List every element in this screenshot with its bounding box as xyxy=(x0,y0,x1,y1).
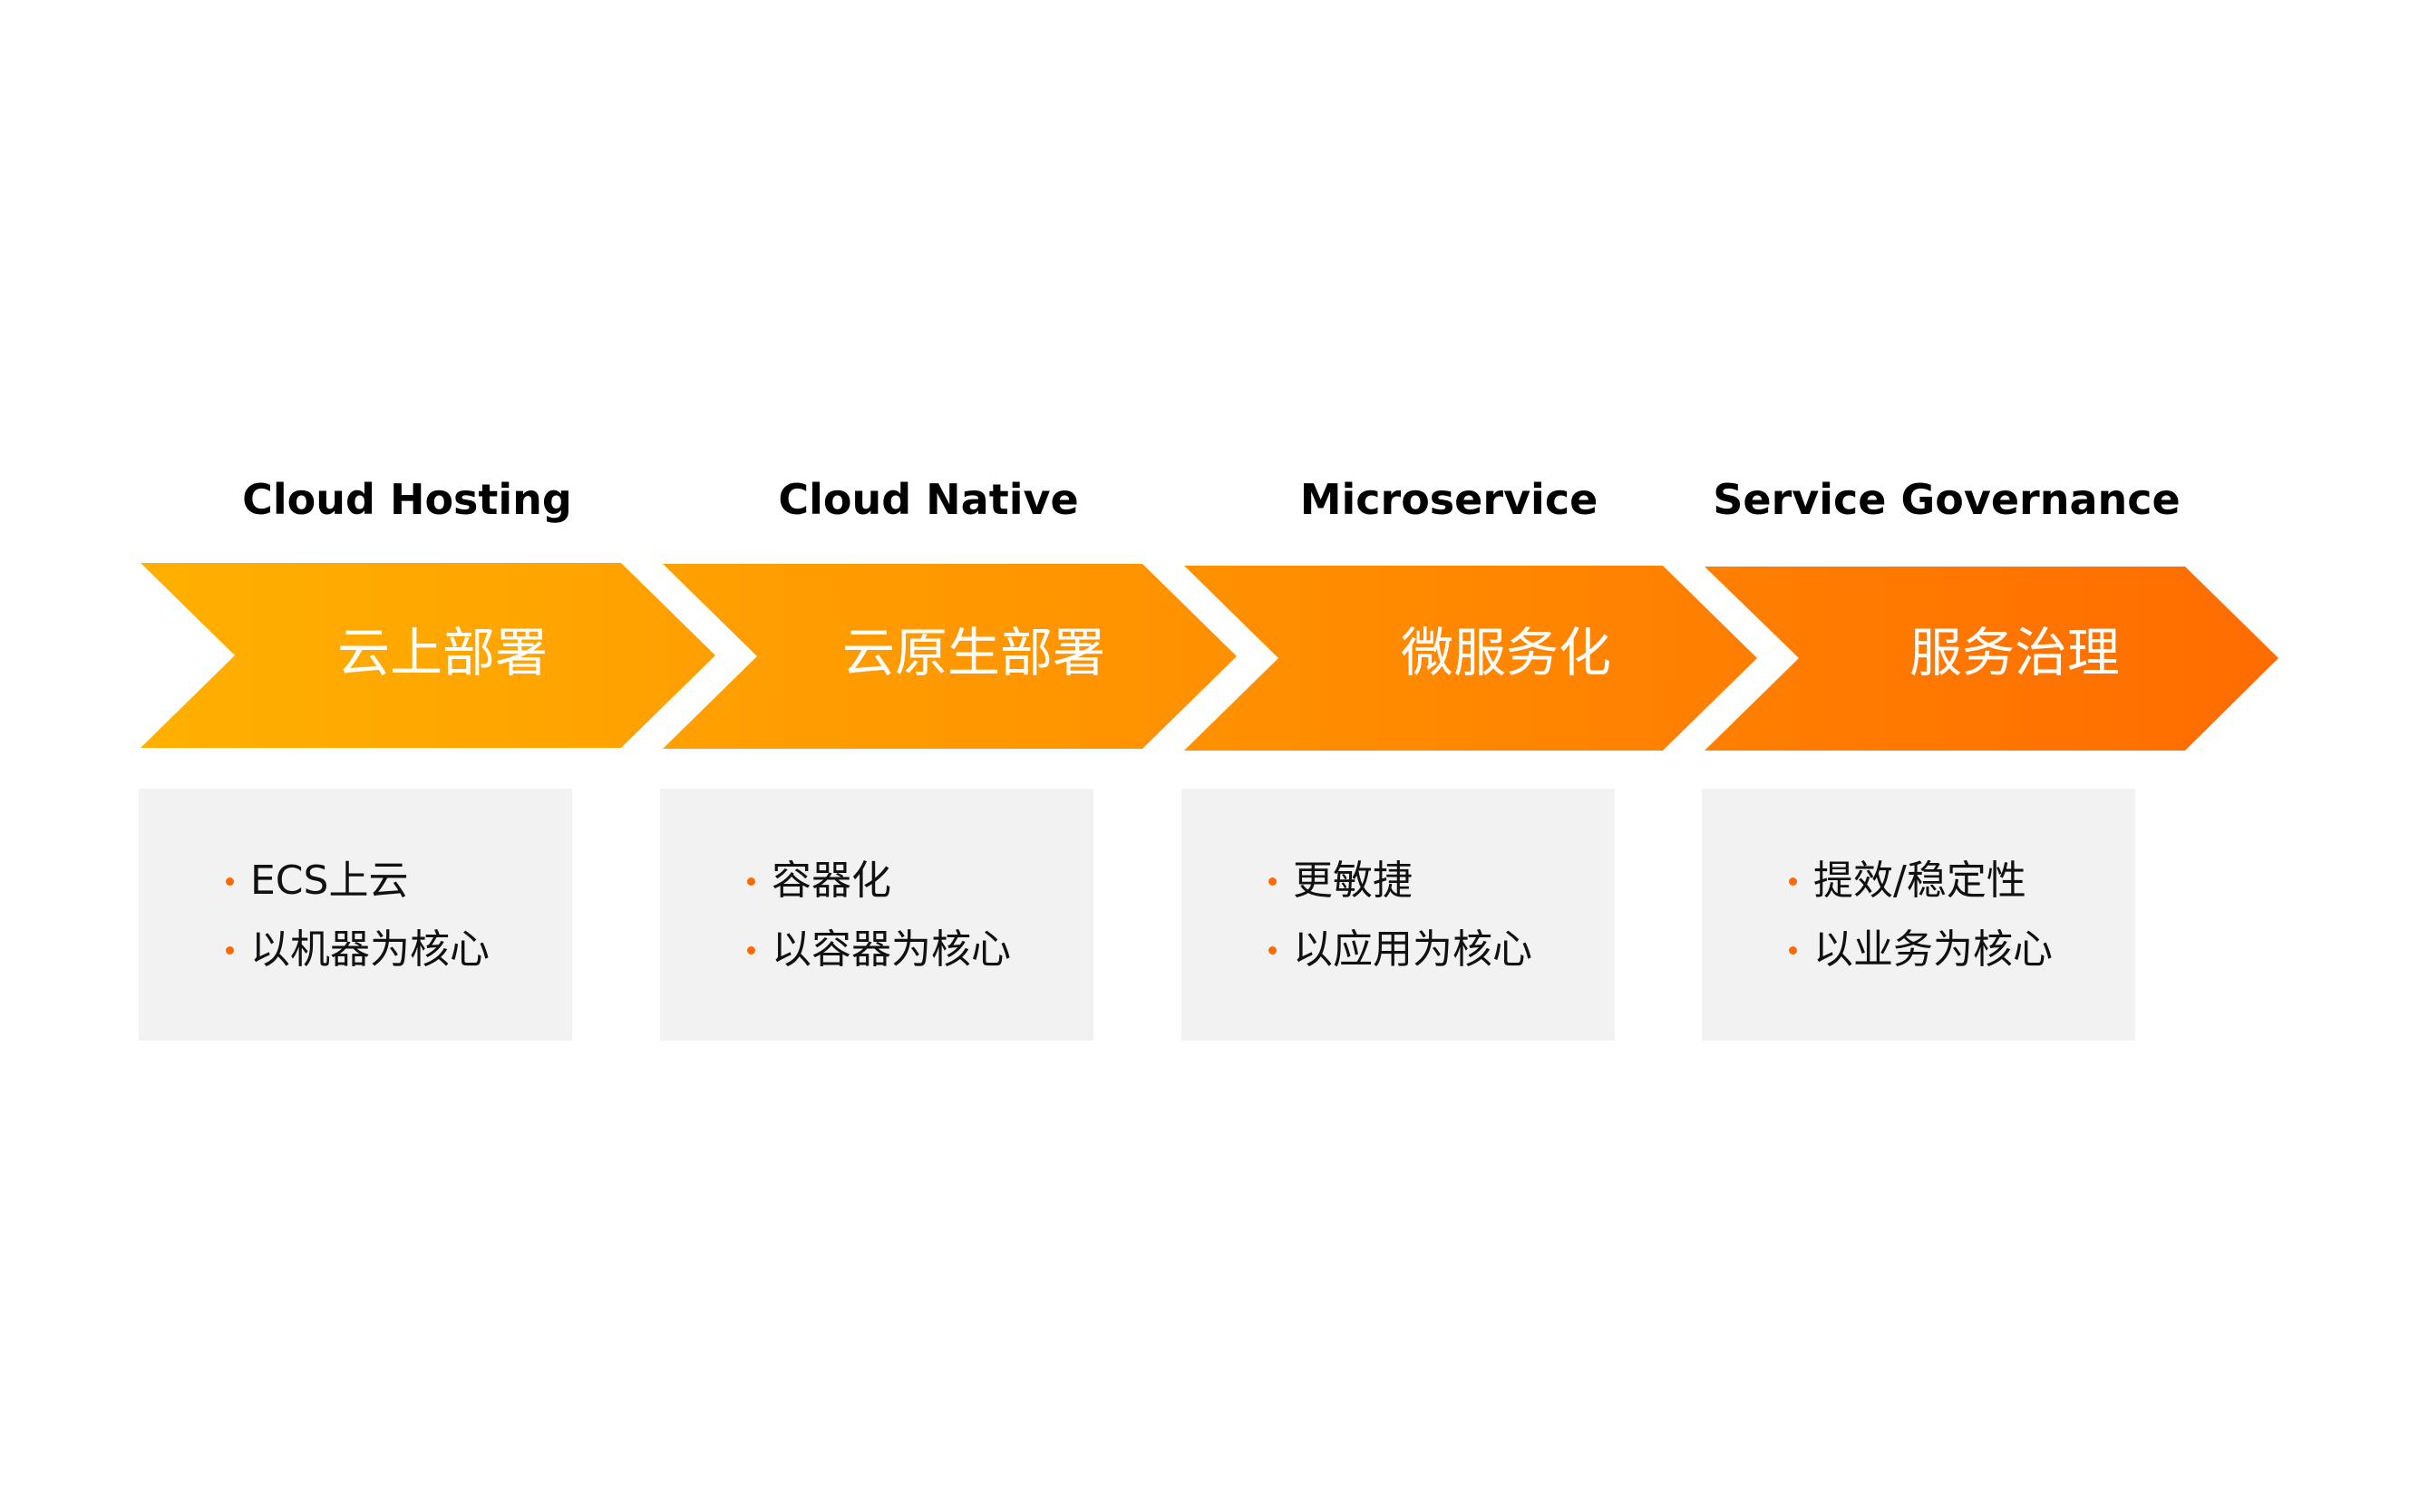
bullet-text: 以容器为核心 xyxy=(772,926,1011,973)
bullet-text: 更敏捷 xyxy=(1293,858,1413,904)
list-item: 以容器为核心 xyxy=(747,916,1011,984)
stage-1-label: 云上部署 xyxy=(336,622,548,683)
stage-3-bullet-list: 更敏捷 以应用为核心 xyxy=(1268,847,1532,984)
bullet-dot-icon xyxy=(1268,946,1277,955)
stage-3-heading: Microservice xyxy=(1299,475,1598,524)
stage-4-detail-box: 提效/稳定性 以业务为核心 xyxy=(1702,789,2135,1041)
stage-2-heading: Cloud Native xyxy=(778,475,1079,524)
list-item: 以业务为核心 xyxy=(1789,916,2053,984)
chevron-row xyxy=(141,563,2278,751)
stage-1-detail-box: ECS上云 以机器为核心 xyxy=(139,789,572,1041)
list-item: 更敏捷 xyxy=(1268,847,1532,916)
bullet-text: 以业务为核心 xyxy=(1813,926,2053,973)
bullet-dot-icon xyxy=(1268,877,1277,886)
list-item: 以应用为核心 xyxy=(1268,916,1532,984)
stage-2-bullet-list: 容器化 以容器为核心 xyxy=(747,847,1011,984)
bullet-dot-icon xyxy=(226,946,234,955)
list-item: 以机器为核心 xyxy=(226,916,490,984)
bullet-text: 以应用为核心 xyxy=(1293,926,1532,973)
bullet-text: 提效/稳定性 xyxy=(1813,858,2026,904)
bullet-dot-icon xyxy=(226,877,234,886)
list-item: 提效/稳定性 xyxy=(1789,847,2053,916)
stage-1-bullet-list: ECS上云 以机器为核心 xyxy=(226,847,490,984)
evolution-diagram: Cloud Hosting Cloud Native Microservice … xyxy=(0,0,2419,1512)
stage-2-label: 云原生部署 xyxy=(841,622,1105,683)
bullet-dot-icon xyxy=(1789,877,1797,886)
list-item: 容器化 xyxy=(747,847,1011,916)
stage-4-label: 服务治理 xyxy=(1909,622,2120,683)
stage-4-heading: Service Governance xyxy=(1713,475,2181,524)
bullet-dot-icon xyxy=(747,877,755,886)
bullet-text: 容器化 xyxy=(772,858,891,904)
list-item: ECS上云 xyxy=(226,847,490,916)
bullet-text: 以机器为核心 xyxy=(250,926,490,973)
stage-1-heading: Cloud Hosting xyxy=(242,475,572,524)
bullet-text: ECS上云 xyxy=(250,858,409,904)
bullet-dot-icon xyxy=(1789,946,1797,955)
stage-3-detail-box: 更敏捷 以应用为核心 xyxy=(1181,789,1615,1041)
stage-2-detail-box: 容器化 以容器为核心 xyxy=(660,789,1093,1041)
bullet-dot-icon xyxy=(747,946,755,955)
stage-4-bullet-list: 提效/稳定性 以业务为核心 xyxy=(1789,847,2053,984)
stage-3-label: 微服务化 xyxy=(1400,622,1611,683)
